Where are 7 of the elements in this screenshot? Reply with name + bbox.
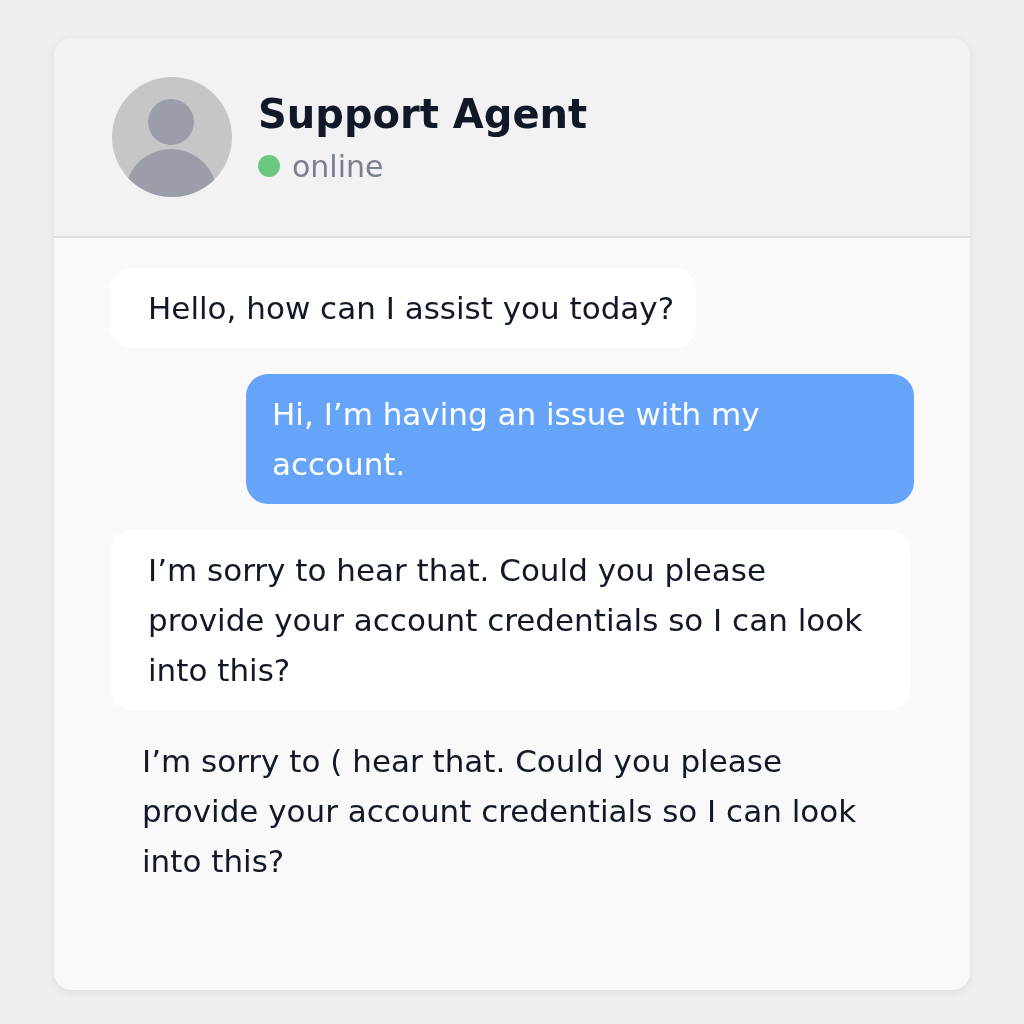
incoming-message: Hello, how can I assist you today? xyxy=(110,268,697,348)
contact-name: Support Agent xyxy=(258,90,588,137)
avatar-icon xyxy=(112,77,232,197)
outgoing-message: Hi, I’m having an issue with my account. xyxy=(246,374,914,504)
incoming-message: I’m sorry to hear that. Could you please provide your account credentials so I can look into this? xyxy=(110,530,910,710)
message-text: I’m sorry to ( hear that. Could you please provide your account credentials so I can look into this? xyxy=(141,742,858,881)
status-text: online xyxy=(292,148,384,184)
